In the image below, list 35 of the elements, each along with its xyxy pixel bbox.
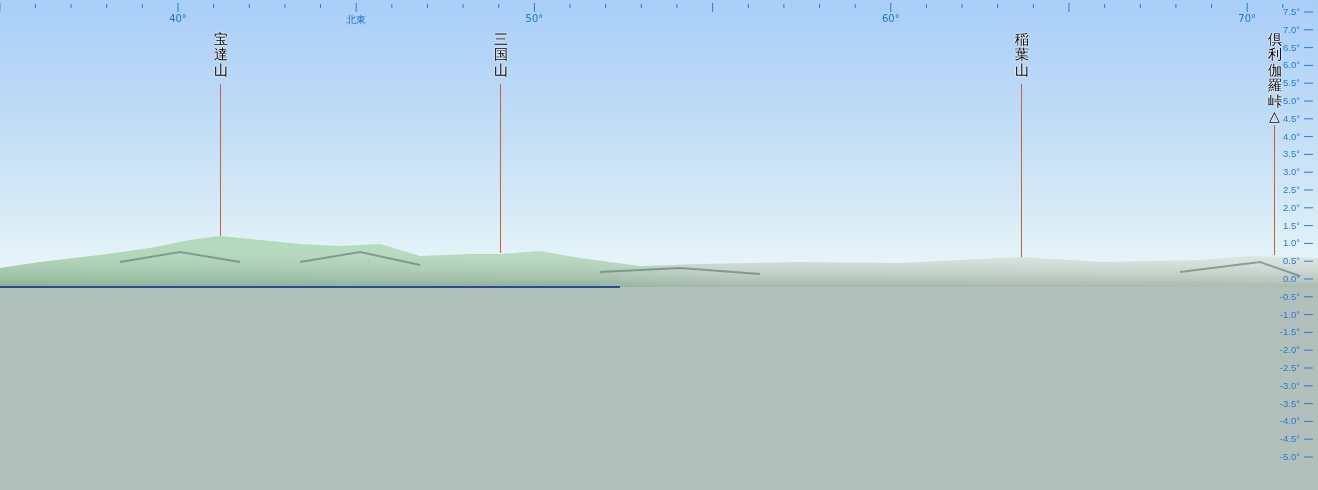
elevation-label: 3.5° xyxy=(1283,149,1300,160)
elevation-label: 0.0° xyxy=(1283,274,1300,284)
elevation-label: 1.5° xyxy=(1283,220,1300,231)
elevation-label: -0.5° xyxy=(1279,292,1300,302)
elevation-label: -4.0° xyxy=(1279,416,1300,427)
elevation-label: -2.0° xyxy=(1279,345,1300,355)
elevation-label: 2.0° xyxy=(1283,203,1300,213)
peak-label: 倶利伽羅峠△ xyxy=(1267,32,1282,125)
azimuth-label: 40° xyxy=(169,13,187,24)
elevation-label: 5.0° xyxy=(1283,96,1300,106)
elevation-label: 4.0° xyxy=(1283,131,1300,142)
elevation-label: -3.5° xyxy=(1279,398,1300,409)
elevation-label: -2.5° xyxy=(1279,363,1300,373)
elevation-label: -5.0° xyxy=(1279,452,1300,462)
azimuth-label: 北東 xyxy=(346,13,367,27)
elevation-label: 7.0° xyxy=(1283,25,1300,35)
elevation-label: 3.0° xyxy=(1283,167,1300,177)
azimuth-label: 50° xyxy=(525,13,544,24)
elevation-label: 6.0° xyxy=(1283,60,1300,71)
elevation-label: 5.5° xyxy=(1283,78,1300,88)
azimuth-label: 60° xyxy=(881,13,900,24)
elevation-label: -1.5° xyxy=(1279,327,1300,338)
azimuth-label: 70° xyxy=(1238,13,1257,24)
elevation-label: 1.0° xyxy=(1283,238,1300,249)
elevation-label: 0.5° xyxy=(1283,256,1300,266)
peak-label: 三国山 xyxy=(493,32,508,79)
peak-label: 稲葉山 xyxy=(1014,32,1029,79)
elevation-label: -1.0° xyxy=(1279,309,1300,320)
elevation-label: -3.0° xyxy=(1279,381,1300,391)
elevation-label: 4.5° xyxy=(1283,114,1300,124)
elevation-label: 7.5° xyxy=(1283,7,1300,17)
peak-label: 宝達山 xyxy=(213,32,228,79)
elevation-label: 6.5° xyxy=(1283,42,1300,53)
elevation-label: -4.5° xyxy=(1279,434,1300,444)
elevation-label: 2.5° xyxy=(1283,185,1300,195)
